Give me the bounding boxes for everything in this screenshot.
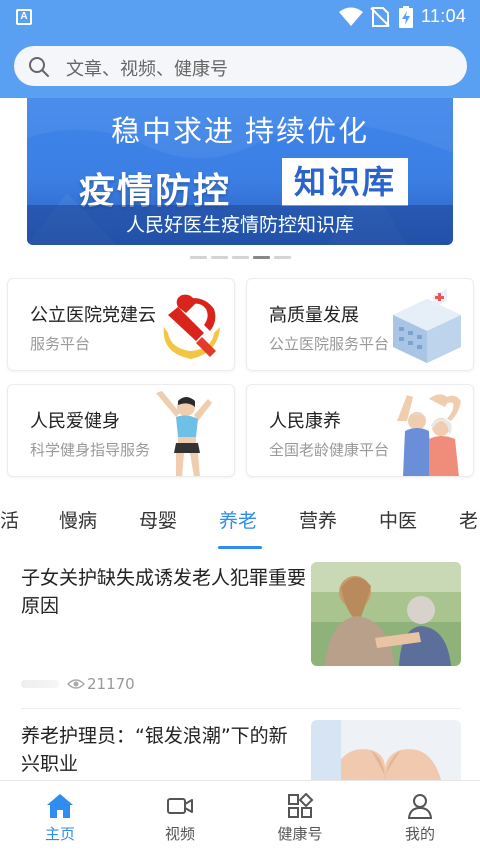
person-icon [407,794,433,819]
news-meta: 21170 [21,674,135,694]
service-card-fitness[interactable]: 人民爱健身 科学健身指导服务 [7,384,235,477]
nav-label: 我的 [404,825,435,843]
nav-label: 主页 [44,825,75,843]
service-card-subtitle: 科学健身指导服务 [30,441,151,459]
search-bar[interactable]: 文章、视频、健康号 [14,46,467,86]
news-source-placeholder [21,680,59,688]
tab-maternal[interactable]: 母婴 [139,506,177,533]
service-card-party-cloud[interactable]: 公立医院党建云 服务平台 [7,278,235,371]
carousel-dot[interactable] [274,256,291,259]
nav-profile[interactable]: 我的 [360,781,480,853]
service-card-high-quality[interactable]: 高质量发展 公立医院服务平台 [246,278,474,371]
tab-chronic[interactable]: 慢病 [59,506,97,533]
tab-elderly[interactable]: 老 [459,506,478,533]
view-count: 21170 [87,675,135,693]
tab-life[interactable]: 活 [0,506,19,533]
home-icon [47,794,73,818]
banner-title-right: 知识库 [282,158,408,206]
news-thumbnail[interactable] [311,720,461,780]
tab-nutrition[interactable]: 营养 [299,506,337,533]
video-camera-icon [167,798,193,814]
tab-tcm[interactable]: 中医 [379,506,417,533]
search-placeholder: 文章、视频、健康号 [66,59,228,80]
news-thumbnail[interactable] [311,562,461,666]
nav-label: 健康号 [277,825,323,843]
fitness-woman-icon [156,391,212,476]
status-time: 11:04 [421,6,467,26]
carousel-dot-active[interactable] [253,256,270,259]
elderly-couple-icon [397,394,461,476]
service-card-title: 人民康养 [269,411,341,432]
eye-icon [67,679,85,689]
active-tab-indicator [218,546,262,549]
nav-home[interactable]: 主页 [0,781,120,853]
carousel-dot[interactable] [211,256,228,259]
search-icon [29,57,49,77]
service-card-subtitle: 全国老龄健康平台 [269,441,390,459]
service-card-subtitle: 服务平台 [30,335,91,353]
banner-carousel[interactable]: 稳中求进 持续优化 疫情防控 知识库 人民好医生疫情防控知识库 [27,98,453,245]
service-card-title: 公立医院党建云 [30,305,156,326]
banner-headline: 稳中求进 持续优化 [110,116,370,148]
news-title[interactable]: 养老护理员：“银发浪潮”下的新兴职业 [21,722,306,778]
bottom-nav: 主页 视频 健康号 我的 [0,780,480,853]
carousel-dot[interactable] [190,256,207,259]
status-bar: A 11:04 [0,0,480,34]
nav-video[interactable]: 视频 [120,781,240,853]
party-emblem-icon [163,294,220,359]
tab-elderly-care[interactable]: 养老 [219,506,257,533]
no-sim-icon [370,7,390,27]
wifi-icon [339,7,363,26]
service-card-title: 人民爱健身 [30,411,120,432]
apps-grid-icon [288,793,314,818]
nav-health-account[interactable]: 健康号 [240,781,360,853]
carousel-indicator [190,256,291,260]
hospital-building-icon [393,289,461,363]
app-notification-icon: A [16,9,32,25]
service-card-elderly-care[interactable]: 人民康养 全国老龄健康平台 [246,384,474,477]
service-card-subtitle: 公立医院服务平台 [269,335,390,353]
banner-caption: 人民好医生疫情防控知识库 [27,205,453,245]
news-title[interactable]: 子女关护缺失成诱发老人犯罪重要原因 [21,564,306,620]
nav-label: 视频 [164,825,195,843]
battery-charging-icon [399,6,413,28]
service-card-title: 高质量发展 [269,305,359,326]
category-tabs: 活 慢病 母婴 养老 营养 中医 老 [0,506,480,550]
carousel-dot[interactable] [232,256,249,259]
list-divider [21,708,461,709]
